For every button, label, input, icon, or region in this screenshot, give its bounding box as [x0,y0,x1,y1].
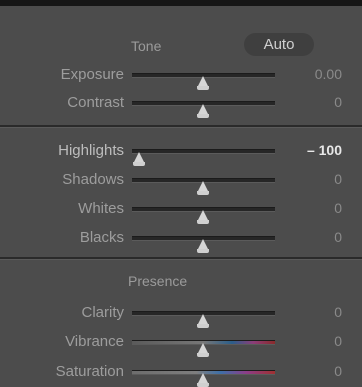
shadows-label: Shadows [62,171,124,188]
highlights-slider[interactable] [132,149,275,166]
whites-slider-thumb[interactable] [197,210,209,224]
contrast-slider-thumb[interactable] [197,104,209,118]
blacks-row: Blacks 0 [0,227,362,253]
highlights-slider-thumb[interactable] [133,152,145,166]
contrast-slider[interactable] [132,101,275,118]
exposure-label: Exposure [60,66,124,83]
vibrance-row: Vibrance 0 [0,331,362,357]
contrast-label: Contrast [67,94,124,111]
vibrance-slider-thumb[interactable] [197,343,209,357]
saturation-label: Saturation [55,363,124,380]
saturation-slider-thumb[interactable] [197,373,209,387]
blacks-slider-thumb[interactable] [197,239,209,253]
highlights-value[interactable]: – 100 [307,142,342,158]
blacks-label: Blacks [79,229,124,246]
clarity-label: Clarity [81,304,124,321]
blacks-value[interactable]: 0 [334,229,342,245]
exposure-value[interactable]: 0.00 [315,66,342,82]
shadows-slider[interactable] [132,178,275,195]
whites-label: Whites [78,200,124,217]
shadows-slider-thumb[interactable] [197,181,209,195]
clarity-slider-thumb[interactable] [197,314,209,328]
presence-section-title: Presence [128,273,188,289]
whites-value[interactable]: 0 [334,200,342,216]
contrast-value[interactable]: 0 [334,94,342,110]
clarity-row: Clarity 0 [0,302,362,328]
tone-section-title: Tone [131,38,162,54]
blacks-slider[interactable] [132,236,275,253]
section-divider [0,257,362,260]
exposure-row: Exposure 0.00 [0,64,362,90]
saturation-row: Saturation 0 [0,361,362,387]
clarity-value[interactable]: 0 [334,304,342,320]
saturation-slider[interactable] [132,370,275,387]
vibrance-slider[interactable] [132,340,275,357]
exposure-slider-thumb[interactable] [197,76,209,90]
whites-row: Whites 0 [0,198,362,224]
exposure-slider[interactable] [132,73,275,90]
clarity-slider[interactable] [132,311,275,328]
highlights-label: Highlights [58,142,124,159]
section-divider [0,125,362,128]
vibrance-value[interactable]: 0 [334,333,342,349]
whites-slider[interactable] [132,207,275,224]
auto-tone-button[interactable]: Auto [244,33,314,56]
shadows-value[interactable]: 0 [334,171,342,187]
vibrance-label: Vibrance [65,333,124,350]
highlights-row: Highlights – 100 [0,140,362,166]
shadows-row: Shadows 0 [0,169,362,195]
contrast-row: Contrast 0 [0,92,362,118]
saturation-value[interactable]: 0 [334,363,342,379]
basic-panel: Tone Auto Exposure 0.00 Contrast 0 Highl… [0,0,362,387]
